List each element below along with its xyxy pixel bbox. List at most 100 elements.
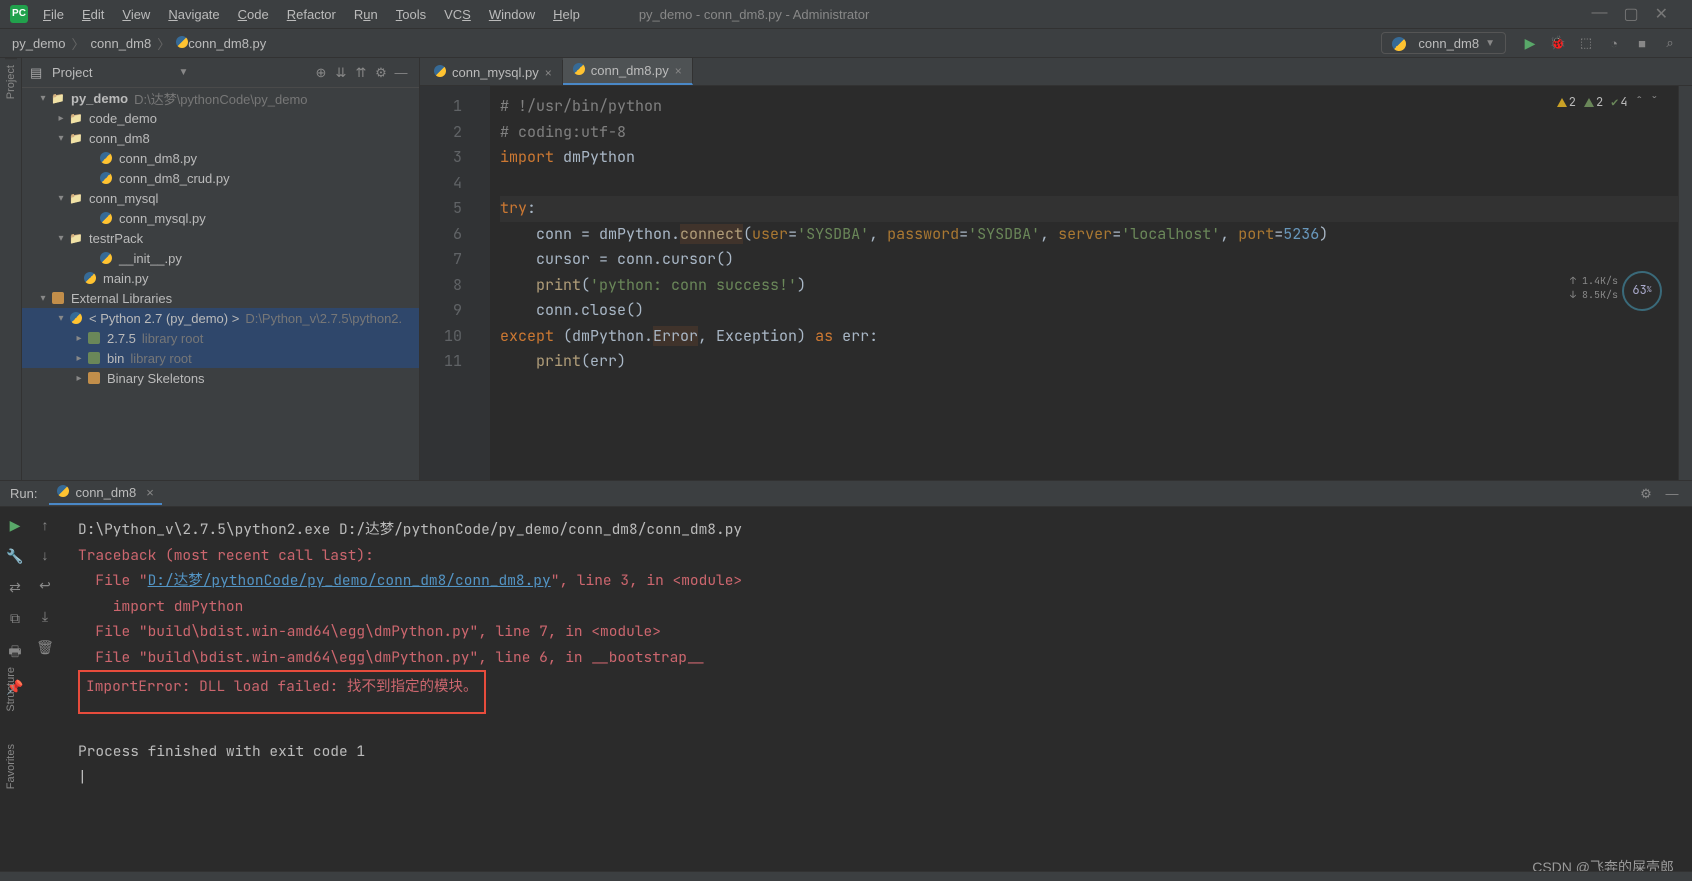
- close-tab-icon[interactable]: ×: [675, 64, 682, 78]
- gear-icon[interactable]: ⚙: [1636, 486, 1656, 502]
- close-tab-icon[interactable]: ×: [146, 485, 154, 500]
- breadcrumb-file[interactable]: conn_dm8.py: [172, 36, 270, 51]
- tab-conn-mysql[interactable]: conn_mysql.py×: [424, 60, 563, 85]
- console-line: Process finished with exit code 1: [78, 739, 1692, 765]
- wrench-icon[interactable]: 🔧: [6, 548, 23, 565]
- console-line: Traceback (most recent call last):: [78, 543, 1692, 569]
- collapse-all-icon[interactable]: ⇈: [351, 65, 371, 81]
- network-speed: ↑ 1.4K/s ↓ 8.5K/s: [1570, 274, 1618, 302]
- console-line: File "build\bdist.win-amd64\egg\dmPython…: [78, 645, 1692, 671]
- library-icon: [50, 290, 66, 306]
- tab-conn-dm8[interactable]: conn_dm8.py×: [563, 58, 693, 85]
- coverage-button[interactable]: ⬚: [1575, 32, 1597, 54]
- performance-badge[interactable]: 63%: [1622, 271, 1662, 311]
- menu-help[interactable]: Help: [544, 2, 589, 27]
- close-tab-icon[interactable]: ×: [545, 66, 552, 80]
- menu-code[interactable]: Code: [229, 2, 278, 27]
- python-icon: [98, 170, 114, 186]
- menu-window[interactable]: Window: [480, 2, 544, 27]
- gear-icon[interactable]: ⚙: [371, 65, 391, 81]
- folder-icon: [50, 90, 66, 106]
- locate-icon[interactable]: ⊕: [311, 65, 331, 81]
- library-icon: [86, 370, 102, 386]
- chevron-down-icon[interactable]: ▼: [179, 67, 189, 78]
- up-icon[interactable]: ↑: [42, 517, 49, 533]
- python-icon: [434, 65, 446, 80]
- project-header: ▤ Project ▼ ⊕ ⇊ ⇈ ⚙ —: [22, 58, 419, 88]
- menu-view[interactable]: View: [113, 2, 159, 27]
- minimize-icon[interactable]: —: [1591, 4, 1607, 24]
- tool-tab-structure[interactable]: Structure: [5, 661, 17, 718]
- console-caret: |: [78, 765, 1692, 791]
- folder-icon: [68, 130, 84, 146]
- python-icon: [176, 36, 188, 51]
- search-everywhere-button[interactable]: ⌕: [1659, 32, 1681, 54]
- chevron-down-icon[interactable]: ˇ: [1651, 90, 1658, 116]
- python-icon: [98, 150, 114, 166]
- menubar: PC File Edit View Navigate Code Refactor…: [0, 0, 1692, 28]
- navigation-bar: py_demo 〉 conn_dm8 〉 conn_dm8.py conn_dm…: [0, 28, 1692, 58]
- menu-edit[interactable]: Edit: [73, 2, 113, 27]
- console-line: File "D:/达梦/pythonCode/py_demo/conn_dm8/…: [78, 568, 1692, 594]
- left-bottom-stripe: Structure Favorites: [0, 661, 22, 861]
- trash-icon[interactable]: 🗑: [36, 639, 54, 656]
- down-icon[interactable]: ↓: [42, 547, 49, 563]
- profile-button[interactable]: ◔: [1603, 32, 1625, 54]
- run-tab[interactable]: conn_dm8×: [49, 482, 161, 505]
- menu-vcs[interactable]: VCS: [435, 2, 480, 27]
- hide-icon[interactable]: —: [391, 65, 411, 80]
- breadcrumb-sep: 〉: [69, 34, 86, 53]
- chevron-up-icon[interactable]: ˆ: [1636, 90, 1643, 116]
- weak-warning-indicator[interactable]: 2: [1584, 90, 1603, 116]
- tree-row: 2.7.5library root: [22, 328, 419, 348]
- project-title: Project: [52, 65, 175, 80]
- tool-tab-project[interactable]: Project: [5, 58, 17, 105]
- python-icon: [68, 310, 84, 326]
- run-config-selector[interactable]: conn_dm8 ▼: [1381, 32, 1506, 54]
- tree-row: Binary Skeletons: [22, 368, 419, 388]
- tool-tab-favorites[interactable]: Favorites: [5, 738, 17, 795]
- menu-run[interactable]: Run: [345, 2, 387, 27]
- status-bar: [0, 871, 1692, 881]
- debug-button[interactable]: 🐞: [1547, 32, 1569, 54]
- breadcrumb-folder[interactable]: conn_dm8: [87, 36, 156, 51]
- expand-all-icon[interactable]: ⇊: [331, 65, 351, 81]
- inspection-indicators[interactable]: 2 2 ✔4 ˆ ˇ: [1557, 90, 1658, 116]
- maximize-icon[interactable]: ▢: [1623, 4, 1638, 24]
- ok-indicator[interactable]: ✔4: [1611, 90, 1627, 116]
- project-icon: ▤: [30, 65, 46, 81]
- window-title: py_demo - conn_dm8.py - Administrator: [589, 7, 1592, 22]
- menu-file[interactable]: File: [34, 2, 73, 27]
- rerun-button[interactable]: ▶: [10, 517, 21, 534]
- console-output[interactable]: D:\Python_v\2.7.5\python2.exe D:/达梦/pyth…: [60, 507, 1692, 880]
- tree-row: __init__.py: [22, 248, 419, 268]
- layout-icon[interactable]: ⇄: [9, 579, 21, 596]
- tree-row: conn_dm8: [22, 128, 419, 148]
- menu-tools[interactable]: Tools: [387, 2, 435, 27]
- stop-button[interactable]: ■: [1631, 32, 1653, 54]
- tree-row-python-sdk: < Python 2.7 (py_demo) >D:\Python_v\2.7.…: [22, 308, 419, 328]
- run-button[interactable]: ▶: [1519, 32, 1541, 54]
- close-icon[interactable]: ✕: [1655, 4, 1668, 24]
- python-icon: [1392, 35, 1412, 51]
- tree-row: conn_dm8_crud.py: [22, 168, 419, 188]
- tree-row: code_demo: [22, 108, 419, 128]
- hide-icon[interactable]: —: [1662, 486, 1682, 501]
- python-icon: [57, 485, 69, 500]
- menu-refactor[interactable]: Refactor: [278, 2, 345, 27]
- file-link[interactable]: D:/达梦/pythonCode/py_demo/conn_dm8/conn_d…: [148, 571, 551, 590]
- tree-row: conn_dm8.py: [22, 148, 419, 168]
- tree-row: testrPack: [22, 228, 419, 248]
- menu-navigate[interactable]: Navigate: [159, 2, 228, 27]
- warning-indicator[interactable]: 2: [1557, 90, 1576, 116]
- scroll-to-end-icon[interactable]: ⤓: [42, 608, 48, 625]
- package-icon: [86, 350, 102, 366]
- folder-icon: [68, 190, 84, 206]
- breadcrumb-root[interactable]: py_demo: [8, 36, 69, 51]
- console-line: D:\Python_v\2.7.5\python2.exe D:/达梦/pyth…: [78, 517, 1692, 543]
- run-tool-window: Run: conn_dm8× ⚙ — ▶ 🔧 ⇄ ⧉ 🖶 📌 ↑ ↓ ↩ ⤓ 🗑: [0, 480, 1692, 880]
- filter-icon[interactable]: ⧉: [10, 610, 20, 627]
- run-config-name: conn_dm8: [1418, 36, 1479, 51]
- soft-wrap-icon[interactable]: ↩: [39, 577, 51, 594]
- run-header: Run: conn_dm8× ⚙ —: [0, 481, 1692, 507]
